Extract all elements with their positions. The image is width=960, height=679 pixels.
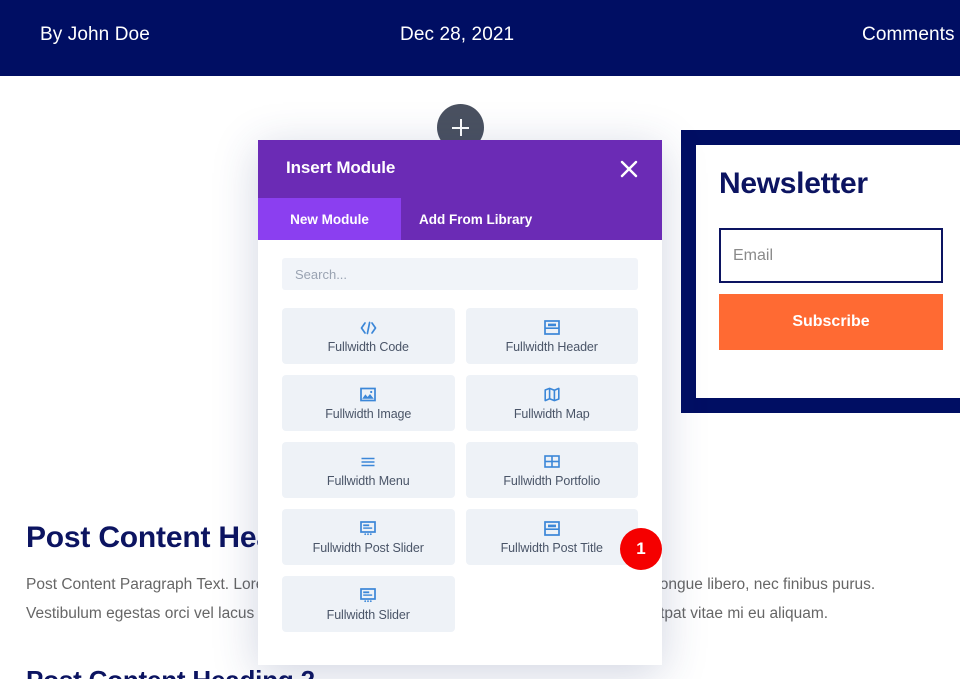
module-tile-label: Fullwidth Post Slider [312,540,424,555]
module-tile-label: Fullwidth Header [505,339,598,354]
module-tile-fullwidth-portfolio[interactable]: Fullwidth Portfolio [465,442,638,498]
module-tile-fullwidth-post-slider[interactable]: Fullwidth Post Slider [282,509,455,565]
module-tile-fullwidth-menu[interactable]: Fullwidth Menu [282,442,455,498]
module-tile-label: Fullwidth Menu [326,473,410,488]
header-layout-icon [543,319,560,337]
modal-header: Insert Module [258,140,662,198]
search-input[interactable] [282,258,638,290]
newsletter-title: Newsletter [719,167,868,200]
post-content-heading-2: Post Content Heading 2 [26,665,315,679]
plus-icon-vertical [459,119,462,136]
code-icon [360,319,377,337]
close-icon[interactable] [616,156,642,182]
module-tile-fullwidth-map[interactable]: Fullwidth Map [465,375,638,431]
post-author: By John Doe [40,24,150,45]
step-badge: 1 [620,528,662,570]
module-tile-fullwidth-post-title[interactable]: Fullwidth Post Title [465,509,638,565]
insert-module-modal: Insert Module New Module Add From Librar… [258,140,662,665]
post-meta-bar: By John Doe Dec 28, 2021 Comments [0,0,960,76]
newsletter-email-input[interactable] [719,228,943,283]
slider-icon [360,520,377,538]
newsletter-inner: Newsletter Subscribe [696,145,960,398]
newsletter-subscribe-button[interactable]: Subscribe [719,294,943,350]
map-icon [544,386,560,404]
grid-icon [543,453,560,471]
module-tile-label: Fullwidth Image [325,406,412,421]
module-grid: Fullwidth Code Fullwidth Header Fullwidt… [282,308,638,632]
post-date: Dec 28, 2021 [400,24,515,45]
module-tile-fullwidth-code[interactable]: Fullwidth Code [282,308,455,364]
tab-new-module[interactable]: New Module [258,198,401,240]
module-tile-label: Fullwidth Map [513,406,590,421]
newsletter-widget: Newsletter Subscribe [681,130,960,413]
slider-icon [360,587,377,605]
module-tile-fullwidth-image[interactable]: Fullwidth Image [282,375,455,431]
modal-tabs: New Module Add From Library [258,198,662,240]
modal-body: Fullwidth Code Fullwidth Header Fullwidt… [258,240,662,665]
header-layout-icon [543,520,560,538]
module-tile-fullwidth-header[interactable]: Fullwidth Header [465,308,638,364]
module-tile-label: Fullwidth Code [327,339,409,354]
post-comments[interactable]: Comments [862,24,955,46]
module-tile-label: Fullwidth Slider [326,607,410,622]
menu-icon [360,453,376,471]
module-tile-label: Fullwidth Post Title [500,540,603,555]
image-icon [360,386,377,404]
modal-title: Insert Module [286,158,396,177]
module-tile-fullwidth-slider[interactable]: Fullwidth Slider [282,576,455,632]
tab-add-from-library[interactable]: Add From Library [401,198,551,240]
page-root: By John Doe Dec 28, 2021 Comments Post C… [0,0,960,679]
module-tile-label: Fullwidth Portfolio [503,473,601,488]
